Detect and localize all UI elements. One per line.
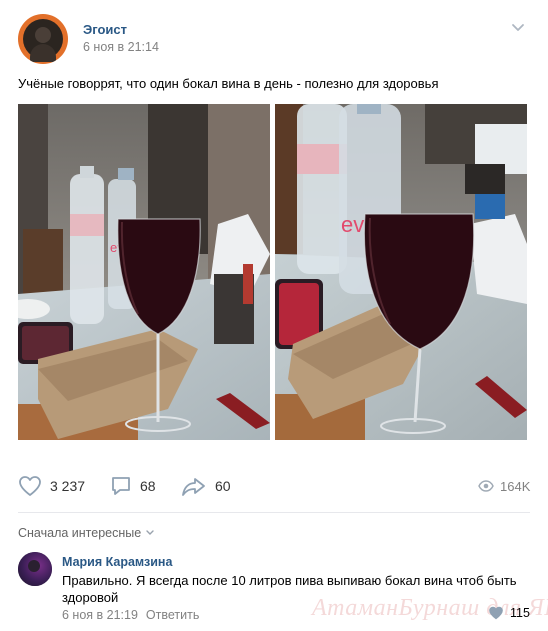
eye-icon [478,480,494,492]
post-card: Эгоист 6 ноя в 21:14 Учёные говоррят, чт… [0,0,548,631]
comment-count: 68 [140,478,156,494]
comment-like-button[interactable]: 115 [488,606,530,620]
wine-glass-photo: evian [275,104,527,440]
like-button[interactable]: 3 237 [18,472,85,500]
comment-meta: 6 ноя в 21:19 Ответить [62,608,199,622]
heart-icon [19,476,41,496]
comments-sort-dropdown[interactable]: Сначала интересные [18,526,155,540]
author-name[interactable]: Эгоист [83,22,127,37]
post-date[interactable]: 6 ноя в 21:14 [83,40,159,54]
like-count: 3 237 [50,478,86,494]
post-actions-bar: 3 237 68 60 164K [0,472,548,502]
chevron-down-icon [146,530,154,535]
wine-glass-photo: evian [18,104,270,440]
commenter-name[interactable]: Мария Карамзина [62,555,172,569]
comment-date[interactable]: 6 ноя в 21:19 [62,608,138,622]
heart-icon [489,606,503,620]
divider [18,512,530,513]
post-photo-1[interactable]: evian [18,104,270,440]
comment-button[interactable]: 68 [110,472,156,500]
share-icon [182,478,205,496]
comment-icon [112,477,130,495]
post-photo-2[interactable]: evian [275,104,527,440]
views-count: 164K [500,478,531,494]
views-counter: 164K [478,472,530,500]
chevron-down-icon[interactable] [510,22,526,34]
comment-like-count: 115 [510,606,530,620]
share-button[interactable]: 60 [181,472,231,500]
commenter-avatar[interactable] [18,552,52,586]
reply-button[interactable]: Ответить [146,608,199,622]
sort-label: Сначала интересные [18,526,142,540]
author-avatar[interactable] [18,14,68,64]
share-count: 60 [215,478,231,494]
post-text: Учёные говоррят, что один бокал вина в д… [18,76,439,91]
